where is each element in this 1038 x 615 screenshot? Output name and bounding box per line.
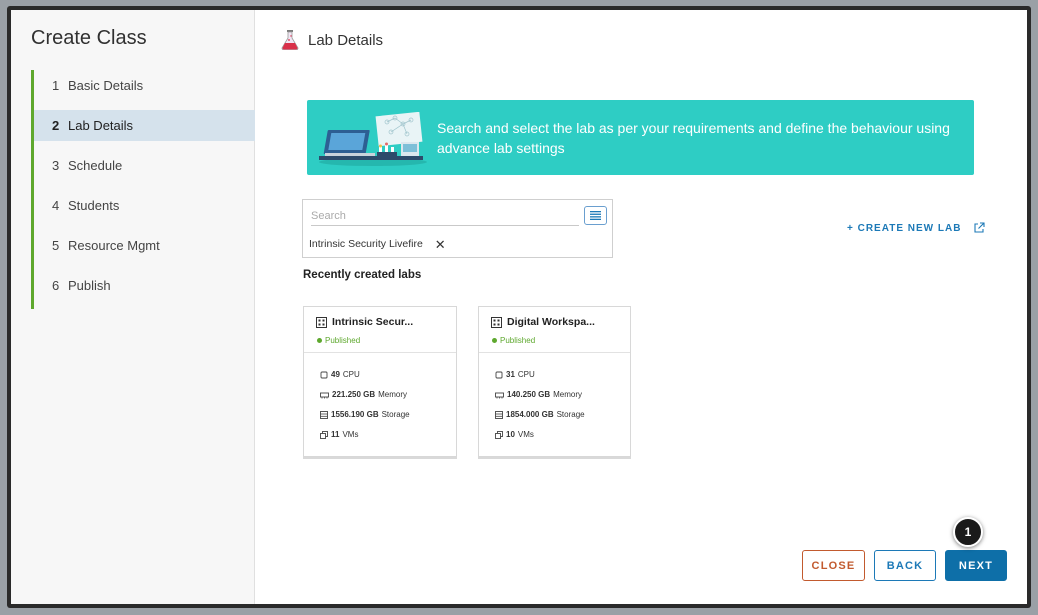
next-button[interactable]: NEXT [945, 550, 1007, 581]
memory-icon [495, 392, 504, 398]
memory-unit: Memory [553, 390, 583, 399]
cpu-spec: 31 CPU [495, 370, 535, 379]
storage-unit: Storage [556, 410, 585, 419]
chip-label: Intrinsic Security Livefire [309, 238, 423, 250]
lab-card-header: Intrinsic Secur... Published [304, 307, 456, 353]
lab-search-box: Intrinsic Security Livefire ✕ [302, 199, 613, 258]
lab-card-header: Digital Workspa... Published [479, 307, 630, 353]
storage-icon [320, 410, 328, 419]
cpu-spec: 49 CPU [320, 370, 360, 379]
cpu-icon [320, 371, 328, 378]
info-banner: Search and select the lab as per your re… [307, 100, 974, 175]
lab-icon [316, 316, 327, 328]
lab-illustration-icon [319, 112, 427, 166]
memory-unit: Memory [378, 390, 408, 399]
storage-value: 1854.000 GB [506, 410, 554, 419]
step-number: 5 [52, 238, 60, 253]
step-number: 2 [52, 118, 60, 133]
memory-value: 221.250 GB [332, 390, 376, 399]
panel-title: Lab Details [308, 31, 384, 49]
memory-spec: 140.250 GB Memory [495, 390, 582, 399]
memory-icon [320, 392, 329, 398]
external-link-icon [974, 222, 985, 233]
vm-icon [495, 430, 503, 439]
storage-spec: 1556.190 GB Storage [320, 410, 410, 419]
recent-labs-heading: Recently created labs [303, 269, 422, 281]
status-badge: Published [492, 336, 535, 345]
step-label: Publish [68, 278, 111, 293]
panel-header: Lab Details [281, 30, 383, 50]
step-label: Students [68, 198, 120, 213]
lab-name-text: Intrinsic Secur... [332, 316, 414, 328]
lab-icon [491, 316, 502, 328]
wizard-steps: 1 Basic Details 2 Lab Details 3 Schedule… [31, 70, 255, 309]
status-dot-icon [492, 338, 497, 343]
selected-lab-chip: Intrinsic Security Livefire ✕ [309, 236, 446, 252]
step-lab-details[interactable]: 2 Lab Details [34, 110, 255, 141]
step-number: 4 [52, 198, 60, 213]
step-number: 6 [52, 278, 60, 293]
cpu-unit: CPU [342, 370, 360, 379]
step-label: Lab Details [68, 118, 134, 133]
storage-icon [495, 410, 503, 419]
step-label: Schedule [68, 158, 123, 173]
banner-text: Search and select the lab as per your re… [437, 120, 950, 156]
vm-icon [320, 430, 328, 439]
vms-spec: 10 VMs [495, 430, 534, 439]
storage-unit: Storage [381, 410, 410, 419]
vms-unit: VMs [517, 430, 534, 439]
step-number: 3 [52, 158, 60, 173]
status-text: Published [325, 336, 361, 345]
create-lab-label: + CREATE NEW LAB [847, 222, 962, 234]
memory-value: 140.250 GB [507, 390, 551, 399]
step-students[interactable]: 4 Students [34, 190, 255, 221]
lab-name-text: Digital Workspa... [507, 316, 595, 328]
back-button[interactable]: BACK [874, 550, 936, 581]
step-basic-details[interactable]: 1 Basic Details [34, 70, 255, 101]
status-text: Published [500, 336, 536, 345]
vms-unit: VMs [342, 430, 359, 439]
vms-value: 10 [506, 430, 515, 439]
step-resource-mgmt[interactable]: 5 Resource Mgmt [34, 230, 255, 261]
dialog-title: Create Class [31, 27, 147, 49]
remove-chip-icon[interactable]: ✕ [435, 238, 446, 251]
search-input[interactable] [311, 206, 579, 226]
list-icon [590, 211, 601, 220]
storage-value: 1556.190 GB [331, 410, 379, 419]
storage-spec: 1854.000 GB Storage [495, 410, 585, 419]
step-publish[interactable]: 6 Publish [34, 270, 255, 301]
cpu-value: 49 [331, 370, 340, 379]
close-button[interactable]: CLOSE [802, 550, 865, 581]
wizard-sidebar: Create Class 1 Basic Details 2 Lab Detai… [11, 10, 255, 604]
main-panel: Lab Details Search and select the lab as… [255, 10, 1027, 604]
vms-value: 11 [331, 430, 340, 439]
step-label: Resource Mgmt [68, 238, 160, 253]
lab-name: Digital Workspa... [491, 316, 595, 328]
cpu-unit: CPU [517, 370, 535, 379]
filter-list-button[interactable] [584, 206, 607, 225]
step-schedule[interactable]: 3 Schedule [34, 150, 255, 181]
status-badge: Published [317, 336, 360, 345]
step-callout-badge: 1 [953, 517, 983, 547]
vms-spec: 11 VMs [320, 430, 358, 439]
step-number: 1 [52, 78, 60, 93]
lab-card[interactable]: Digital Workspa... Published 31 CPU 140.… [478, 306, 631, 457]
lab-name: Intrinsic Secur... [316, 316, 413, 328]
create-class-dialog: Create Class 1 Basic Details 2 Lab Detai… [11, 10, 1027, 604]
lab-card[interactable]: Intrinsic Secur... Published 49 CPU 221.… [303, 306, 457, 457]
create-new-lab-link[interactable]: + CREATE NEW LAB [847, 222, 985, 234]
cpu-value: 31 [506, 370, 515, 379]
cpu-icon [495, 371, 503, 378]
memory-spec: 221.250 GB Memory [320, 390, 407, 399]
status-dot-icon [317, 338, 322, 343]
flask-icon [281, 30, 299, 50]
step-label: Basic Details [68, 78, 144, 93]
